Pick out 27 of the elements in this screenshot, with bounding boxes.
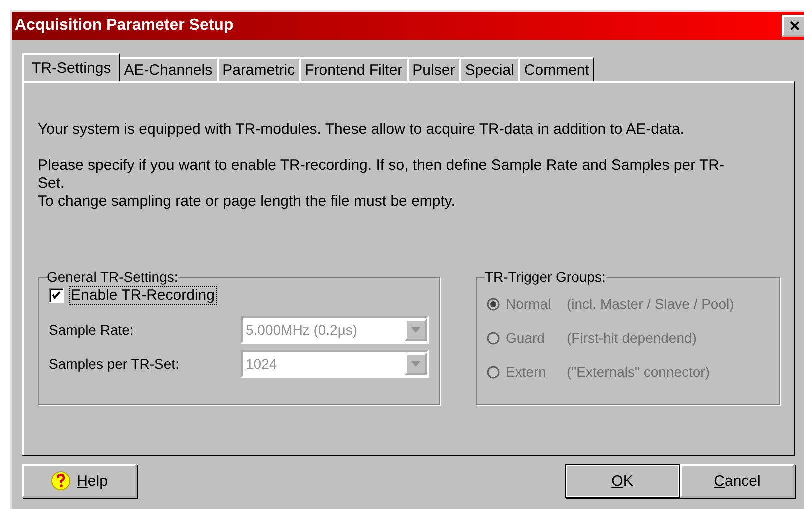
- question-icon: [51, 471, 72, 491]
- close-button[interactable]: ×: [782, 15, 804, 37]
- tab[interactable]: Special: [459, 57, 520, 81]
- window-title: Acquisition Parameter Setup: [15, 17, 234, 35]
- radio-note: (First-hit dependend): [567, 330, 697, 346]
- field-label: Samples per TR-Set:: [49, 356, 180, 372]
- group-title: TR-Trigger Groups:: [485, 269, 606, 285]
- checkbox[interactable]: [49, 288, 64, 303]
- radio-label: Extern: [506, 364, 548, 380]
- radio-label: Normal: [506, 296, 552, 312]
- group-title: General TR-Settings:: [47, 269, 178, 285]
- ok-button[interactable]: OK: [565, 464, 680, 498]
- tab[interactable]: Frontend Filter: [299, 57, 408, 81]
- tab[interactable]: Pulser: [406, 57, 460, 81]
- checkbox-label[interactable]: Enable TR-Recording: [70, 287, 216, 304]
- description-text: Your system is equipped with TR-modules. These allow to acquire TR-data in addition to AE-data.: [38, 121, 686, 139]
- radio-label: Guard: [506, 330, 546, 346]
- radio-note: ("Externals" connector): [567, 364, 710, 380]
- tab[interactable]: Comment: [518, 57, 594, 81]
- cancel-button[interactable]: Cancel: [680, 464, 795, 498]
- description-text: To change sampling rate or page length the file must be empty.: [38, 193, 456, 211]
- tab[interactable]: Parametric: [216, 57, 300, 81]
- radio-note: (incl. Master / Slave / Pool): [567, 296, 734, 312]
- description-text: Please specify if you want to enable TR-recording. If so, then define Sample Rate and Samples per TR-Set.: [38, 157, 726, 193]
- field-label: Sample Rate:: [49, 322, 135, 338]
- help-button[interactable]: Help: [22, 464, 137, 498]
- tab[interactable]: TR-Settings: [22, 53, 120, 81]
